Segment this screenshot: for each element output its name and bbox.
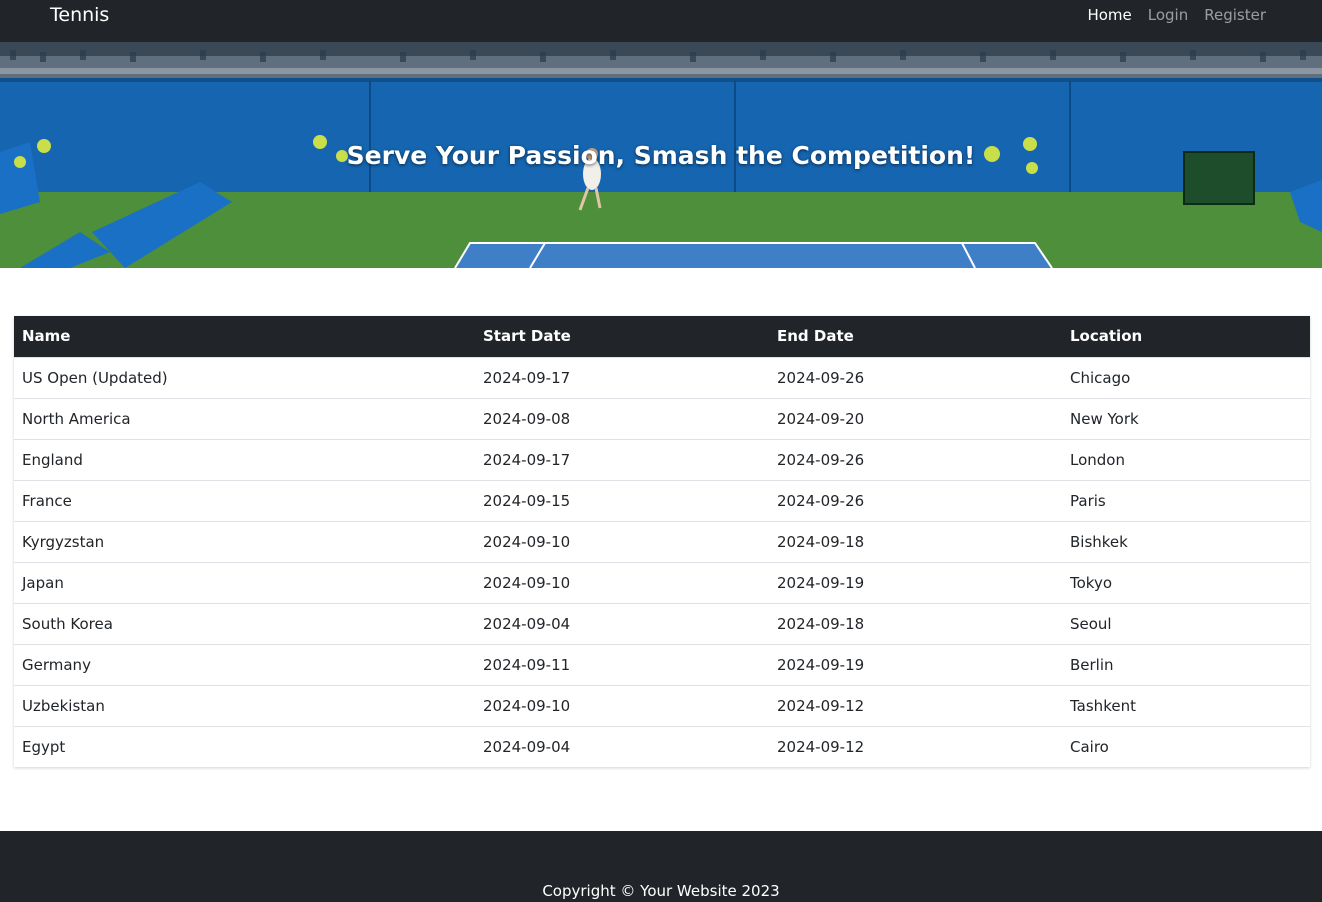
cell-name: Egypt <box>14 725 475 767</box>
table-header: Name Start Date End Date Location <box>14 316 1310 357</box>
table-row: South Korea 2024-09-04 2024-09-18 Seoul <box>14 602 1310 644</box>
table-row: North America 2024-09-08 2024-09-20 New … <box>14 397 1310 439</box>
cell-start-date: 2024-09-04 <box>475 725 769 767</box>
cell-location: Cairo <box>1062 725 1310 767</box>
cell-location: Berlin <box>1062 643 1310 685</box>
header-start-date: Start Date <box>483 327 571 346</box>
table-row: England 2024-09-17 2024-09-26 London <box>14 438 1310 480</box>
copyright-text: Copyright © Your Website 2023 <box>542 882 780 900</box>
cell-name: Germany <box>14 643 475 685</box>
nav-register-link[interactable]: Register <box>1204 3 1266 27</box>
cell-start-date: 2024-09-08 <box>475 397 769 439</box>
header-location: Location <box>1070 327 1143 346</box>
cell-end-date: 2024-09-18 <box>769 602 1062 644</box>
brand-link[interactable]: Tennis <box>50 3 109 27</box>
table-row: Egypt 2024-09-04 2024-09-12 Cairo <box>14 725 1310 767</box>
cell-start-date: 2024-09-10 <box>475 684 769 726</box>
hero-title: Serve Your Passion, Smash the Competitio… <box>346 141 976 170</box>
cell-name: US Open (Updated) <box>14 356 475 398</box>
cell-location: New York <box>1062 397 1310 439</box>
cell-name: England <box>14 438 475 480</box>
cell-start-date: 2024-09-11 <box>475 643 769 685</box>
cell-location: Chicago <box>1062 356 1310 398</box>
header-end-date: End Date <box>777 327 854 346</box>
cell-end-date: 2024-09-12 <box>769 725 1062 767</box>
cell-location: Tashkent <box>1062 684 1310 726</box>
cell-location: Paris <box>1062 479 1310 521</box>
cell-end-date: 2024-09-26 <box>769 356 1062 398</box>
cell-end-date: 2024-09-19 <box>769 561 1062 603</box>
cell-start-date: 2024-09-17 <box>475 356 769 398</box>
cell-end-date: 2024-09-18 <box>769 520 1062 562</box>
cell-start-date: 2024-09-10 <box>475 561 769 603</box>
cell-name: Japan <box>14 561 475 603</box>
cell-name: South Korea <box>14 602 475 644</box>
navbar: Tennis Home Login Register <box>0 0 1322 42</box>
table-row: Kyrgyzstan 2024-09-10 2024-09-18 Bishkek <box>14 520 1310 562</box>
hero-banner: Serve Your Passion, Smash the Competitio… <box>0 42 1322 268</box>
cell-end-date: 2024-09-12 <box>769 684 1062 726</box>
cell-end-date: 2024-09-20 <box>769 397 1062 439</box>
cell-location: Bishkek <box>1062 520 1310 562</box>
table-row: Germany 2024-09-11 2024-09-19 Berlin <box>14 643 1310 685</box>
cell-start-date: 2024-09-04 <box>475 602 769 644</box>
table-row: France 2024-09-15 2024-09-26 Paris <box>14 479 1310 521</box>
cell-location: London <box>1062 438 1310 480</box>
cell-name: France <box>14 479 475 521</box>
cell-end-date: 2024-09-26 <box>769 438 1062 480</box>
table-row: US Open (Updated) 2024-09-17 2024-09-26 … <box>14 356 1310 398</box>
tournament-table-container: Name Start Date End Date Location US Ope… <box>14 316 1310 767</box>
cell-start-date: 2024-09-15 <box>475 479 769 521</box>
cell-start-date: 2024-09-10 <box>475 520 769 562</box>
cell-name: North America <box>14 397 475 439</box>
cell-location: Tokyo <box>1062 561 1310 603</box>
tournament-table: Name Start Date End Date Location US Ope… <box>14 316 1310 767</box>
nav-home-link[interactable]: Home <box>1087 3 1131 27</box>
table-row: Uzbekistan 2024-09-10 2024-09-12 Tashken… <box>14 684 1310 726</box>
table-row: Japan 2024-09-10 2024-09-19 Tokyo <box>14 561 1310 603</box>
cell-end-date: 2024-09-19 <box>769 643 1062 685</box>
nav-login-link[interactable]: Login <box>1148 3 1188 27</box>
footer: Copyright © Your Website 2023 <box>0 831 1322 902</box>
nav-links: Home Login Register <box>1087 3 1266 27</box>
cell-end-date: 2024-09-26 <box>769 479 1062 521</box>
header-name: Name <box>22 327 71 346</box>
cell-location: Seoul <box>1062 602 1310 644</box>
cell-name: Uzbekistan <box>14 684 475 726</box>
cell-name: Kyrgyzstan <box>14 520 475 562</box>
cell-start-date: 2024-09-17 <box>475 438 769 480</box>
table-body: US Open (Updated) 2024-09-17 2024-09-26 … <box>14 356 1310 767</box>
